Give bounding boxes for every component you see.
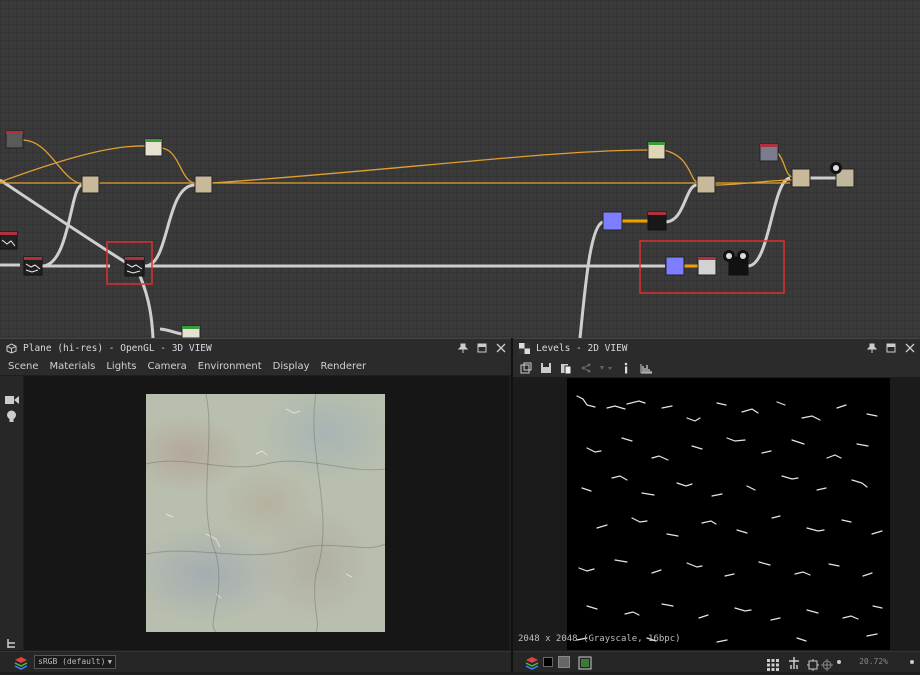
node[interactable] — [697, 256, 717, 276]
share-icon[interactable] — [579, 361, 593, 375]
node[interactable] — [0, 231, 18, 250]
dot-icon[interactable] — [910, 660, 914, 664]
node[interactable] — [602, 211, 623, 231]
view2d-toolbar — [513, 358, 920, 377]
info-icon[interactable] — [619, 361, 633, 375]
node[interactable] — [144, 138, 163, 157]
node[interactable] — [759, 143, 779, 162]
node[interactable] — [723, 250, 749, 276]
center-view-icon[interactable] — [821, 656, 833, 675]
pin-icon[interactable] — [866, 342, 878, 354]
fit-view-icon[interactable] — [807, 656, 819, 675]
node[interactable] — [647, 211, 667, 231]
node[interactable] — [791, 168, 811, 188]
node[interactable] — [696, 175, 716, 194]
view3d-statusbar: sRGB (default) ▼ — [0, 651, 511, 672]
texture-cracks — [145, 393, 386, 633]
menu-environment[interactable]: Environment — [198, 361, 262, 372]
link — [776, 151, 793, 178]
node[interactable] — [194, 175, 213, 194]
close-icon[interactable] — [904, 342, 916, 354]
view2d-title: Levels - 2D VIEW — [536, 343, 628, 354]
grayscale-cracks — [576, 395, 883, 643]
chevron-down-icon: ▼ — [107, 658, 112, 666]
orange-links — [0, 139, 793, 268]
node[interactable] — [81, 175, 100, 194]
maximize-icon[interactable] — [476, 342, 488, 354]
color-space-value: sRGB (default) — [38, 657, 106, 666]
link — [41, 183, 83, 268]
black-background-swatch[interactable] — [543, 657, 553, 667]
link — [159, 147, 196, 184]
node-graph[interactable] — [0, 0, 920, 338]
copy-icon[interactable] — [519, 361, 533, 375]
menu-materials[interactable]: Materials — [50, 361, 96, 372]
checker-icon — [518, 343, 530, 355]
close-icon[interactable] — [495, 342, 507, 354]
link — [578, 220, 604, 338]
color-space-select[interactable]: sRGB (default) ▼ — [34, 655, 116, 669]
gray-background-swatch[interactable] — [558, 656, 570, 668]
node[interactable] — [124, 256, 145, 277]
channels-dropdown-icon[interactable] — [599, 361, 613, 375]
view3d-header: Plane (hi-res) - OpenGL - 3D VIEW — [0, 338, 511, 358]
view3d-toolbar — [0, 376, 23, 650]
view2d-header: Levels - 2D VIEW — [513, 338, 920, 358]
levels-output-preview[interactable] — [567, 378, 890, 650]
image-info: 2048 x 2048 (Grayscale, 16bpc) — [518, 634, 681, 644]
menu-renderer[interactable]: Renderer — [321, 361, 367, 372]
link — [211, 149, 651, 184]
graph-canvas[interactable] — [0, 0, 920, 338]
link — [0, 145, 146, 183]
cube-icon — [5, 343, 17, 355]
view3d-title: Plane (hi-res) - OpenGL - 3D VIEW — [23, 343, 212, 354]
histogram-icon[interactable] — [639, 361, 653, 375]
node[interactable] — [830, 162, 855, 188]
node[interactable] — [181, 325, 201, 338]
camera-icon[interactable] — [5, 390, 19, 409]
grid-icon[interactable] — [767, 656, 779, 675]
light-bulb-icon[interactable] — [6, 408, 17, 427]
save-icon[interactable] — [539, 361, 553, 375]
link — [21, 139, 83, 185]
menu-scene[interactable]: Scene — [8, 361, 39, 372]
pan-tool-icon[interactable] — [787, 655, 801, 674]
link — [138, 275, 155, 338]
menu-camera[interactable]: Camera — [148, 361, 187, 372]
layers-icon[interactable] — [14, 655, 30, 674]
node[interactable] — [5, 130, 24, 149]
view3d-menu: Scene Materials Lights Camera Environmen… — [0, 357, 511, 375]
node[interactable] — [647, 141, 666, 160]
maximize-icon[interactable] — [885, 342, 897, 354]
menu-lights[interactable]: Lights — [106, 361, 136, 372]
view2d-statusbar: 20.72% — [513, 651, 920, 672]
clipboard-icon[interactable] — [559, 361, 573, 375]
node[interactable] — [23, 256, 43, 276]
node[interactable] — [665, 256, 685, 276]
menu-display[interactable]: Display — [273, 361, 310, 372]
pin-icon[interactable] — [457, 342, 469, 354]
link — [159, 327, 183, 336]
material-plane-preview[interactable] — [145, 393, 386, 633]
layers-icon[interactable] — [525, 655, 541, 674]
zoom-level[interactable]: 20.72% — [859, 657, 888, 666]
image-view-icon[interactable] — [578, 655, 592, 674]
link — [662, 149, 698, 183]
dot-icon[interactable] — [837, 660, 841, 664]
link — [664, 183, 698, 224]
